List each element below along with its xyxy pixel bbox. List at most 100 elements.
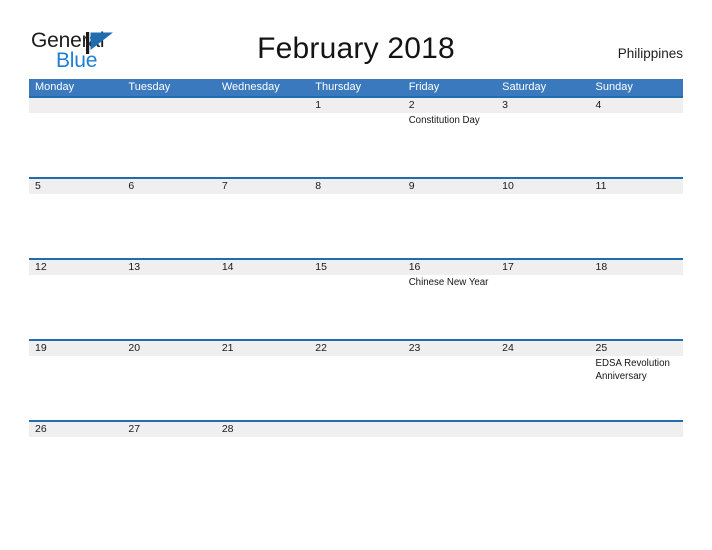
calendar-week-row: 19 20 21 22 23 24 25 EDSA Revolution Anniversar… bbox=[29, 339, 683, 420]
day-number: 26 bbox=[35, 423, 47, 435]
calendar-day-17[interactable]: 17 bbox=[496, 260, 589, 339]
day-number: 25 bbox=[595, 342, 608, 354]
calendar-day-5[interactable]: 5 bbox=[29, 179, 122, 258]
day-of-week-header-friday: Friday bbox=[408, 81, 440, 93]
calendar-day-empty bbox=[496, 422, 589, 454]
day-number: 20 bbox=[128, 342, 141, 354]
day-number: 17 bbox=[502, 261, 514, 273]
calendar-day-15[interactable]: 15 bbox=[309, 260, 402, 339]
day-of-week-header-row: Monday Tuesday Wednesday Thursday Friday Satu… bbox=[29, 79, 683, 96]
day-number: 24 bbox=[502, 342, 514, 354]
day-number: 12 bbox=[35, 261, 47, 273]
day-number: 11 bbox=[595, 180, 607, 192]
calendar-day-6[interactable]: 6 bbox=[122, 179, 215, 258]
calendar-day-18[interactable]: 18 bbox=[590, 260, 683, 339]
calendar-day-12[interactable]: 12 bbox=[29, 260, 122, 339]
day-number: 14 bbox=[221, 261, 234, 273]
day-number bbox=[409, 422, 491, 437]
calendar-week-row: 5 6 7 8 9 10 11 bbox=[29, 177, 683, 258]
calendar-day-9[interactable]: 9 bbox=[403, 179, 496, 258]
day-number bbox=[596, 422, 678, 437]
day-number: 27 bbox=[128, 423, 141, 435]
day-number: 18 bbox=[595, 261, 608, 273]
calendar-grid: Monday Tuesday Wednesday Thursday Friday Satu… bbox=[29, 79, 683, 454]
day-of-week-header-tuesday: Tuesday bbox=[128, 81, 171, 93]
day-number: 15 bbox=[315, 261, 327, 273]
calendar-day-22[interactable]: 22 bbox=[309, 341, 402, 420]
day-number: 6 bbox=[128, 180, 135, 192]
holiday-event-label: Constitution Day bbox=[408, 115, 480, 126]
calendar-day-empty bbox=[590, 422, 683, 454]
calendar-day-27[interactable]: 27 bbox=[122, 422, 215, 454]
calendar-day-7[interactable]: 7 bbox=[216, 179, 309, 258]
week-body: 19 20 21 22 23 24 25 EDSA Revolution Anniversar… bbox=[29, 341, 683, 420]
day-number bbox=[502, 422, 584, 437]
calendar-day-16[interactable]: 16 Chinese New Year bbox=[403, 260, 496, 339]
holiday-event-label: EDSA Revolution Anniversary bbox=[595, 358, 670, 382]
calendar-day-11[interactable]: 11 bbox=[590, 179, 683, 258]
day-number: 10 bbox=[502, 180, 514, 192]
calendar-day-13[interactable]: 13 bbox=[122, 260, 215, 339]
day-number: 16 bbox=[408, 261, 421, 273]
calendar-day-3[interactable]: 3 bbox=[496, 98, 589, 177]
calendar-day-empty bbox=[122, 98, 215, 177]
calendar-day-8[interactable]: 8 bbox=[309, 179, 402, 258]
calendar-day-19[interactable]: 19 bbox=[29, 341, 122, 420]
day-number bbox=[315, 422, 397, 437]
calendar-day-20[interactable]: 20 bbox=[122, 341, 215, 420]
day-number bbox=[222, 98, 304, 113]
calendar-day-empty bbox=[403, 422, 496, 454]
day-of-week-header-sunday: Sunday bbox=[595, 81, 633, 93]
week-body: 1 2 Constitution Day 3 4 bbox=[29, 98, 683, 177]
calendar-day-4[interactable]: 4 bbox=[590, 98, 683, 177]
day-number: 13 bbox=[128, 261, 141, 273]
day-of-week-header-monday: Monday bbox=[35, 81, 75, 93]
calendar-day-10[interactable]: 10 bbox=[496, 179, 589, 258]
day-number: 3 bbox=[502, 99, 508, 111]
calendar-day-28[interactable]: 28 bbox=[216, 422, 309, 454]
region-label: Philippines bbox=[617, 46, 683, 61]
day-number: 28 bbox=[221, 423, 234, 435]
calendar-day-24[interactable]: 24 bbox=[496, 341, 589, 420]
calendar-week-row: 1 2 Constitution Day 3 4 bbox=[29, 96, 683, 177]
week-body: 26 27 28 bbox=[29, 422, 683, 454]
week-body: 12 13 14 15 16 Chinese New Year 17 18 bbox=[29, 260, 683, 339]
day-number: 5 bbox=[35, 180, 41, 192]
calendar-day-14[interactable]: 14 bbox=[216, 260, 309, 339]
holiday-event-label: Chinese New Year bbox=[408, 277, 489, 288]
calendar-day-2[interactable]: 2 Constitution Day bbox=[403, 98, 496, 177]
day-events: EDSA Revolution Anniversary bbox=[596, 358, 678, 383]
day-number: 9 bbox=[408, 180, 415, 192]
day-events: Chinese New Year bbox=[409, 277, 491, 290]
day-number: 7 bbox=[221, 180, 228, 192]
day-number: 4 bbox=[595, 99, 602, 111]
calendar-day-23[interactable]: 23 bbox=[403, 341, 496, 420]
calendar-day-empty bbox=[216, 98, 309, 177]
page-title: February 2018 bbox=[257, 32, 455, 65]
day-number: 22 bbox=[315, 342, 327, 354]
day-number: 21 bbox=[221, 342, 234, 354]
day-number: 19 bbox=[35, 342, 47, 354]
day-number bbox=[128, 98, 210, 113]
day-events: Constitution Day bbox=[409, 115, 491, 128]
day-of-week-header-wednesday: Wednesday bbox=[221, 81, 280, 93]
day-number bbox=[35, 98, 117, 113]
calendar-day-25[interactable]: 25 EDSA Revolution Anniversary bbox=[590, 341, 683, 420]
calendar-week-row: 12 13 14 15 16 Chinese New Year 17 18 bbox=[29, 258, 683, 339]
day-number: 23 bbox=[408, 342, 421, 354]
day-number: 8 bbox=[315, 180, 322, 192]
calendar-day-21[interactable]: 21 bbox=[216, 341, 309, 420]
calendar-week-row: 26 27 28 bbox=[29, 420, 683, 454]
calendar-page: General Blue February 2018 Philippines M… bbox=[0, 0, 712, 550]
calendar-day-26[interactable]: 26 bbox=[29, 422, 122, 454]
day-number: 2 bbox=[408, 99, 415, 111]
day-of-week-header-thursday: Thursday bbox=[315, 81, 362, 93]
calendar-day-1[interactable]: 1 bbox=[309, 98, 402, 177]
calendar-weeks: 1 2 Constitution Day 3 4 5 6 7 8 9 10 11 12 13 14 15 16 C… bbox=[29, 96, 683, 454]
page-header: General Blue February 2018 Philippines bbox=[0, 0, 712, 76]
day-of-week-header-saturday: Saturday bbox=[502, 81, 547, 93]
calendar-day-empty bbox=[29, 98, 122, 177]
calendar-day-empty bbox=[309, 422, 402, 454]
week-body: 5 6 7 8 9 10 11 bbox=[29, 179, 683, 258]
day-number: 1 bbox=[315, 99, 322, 111]
